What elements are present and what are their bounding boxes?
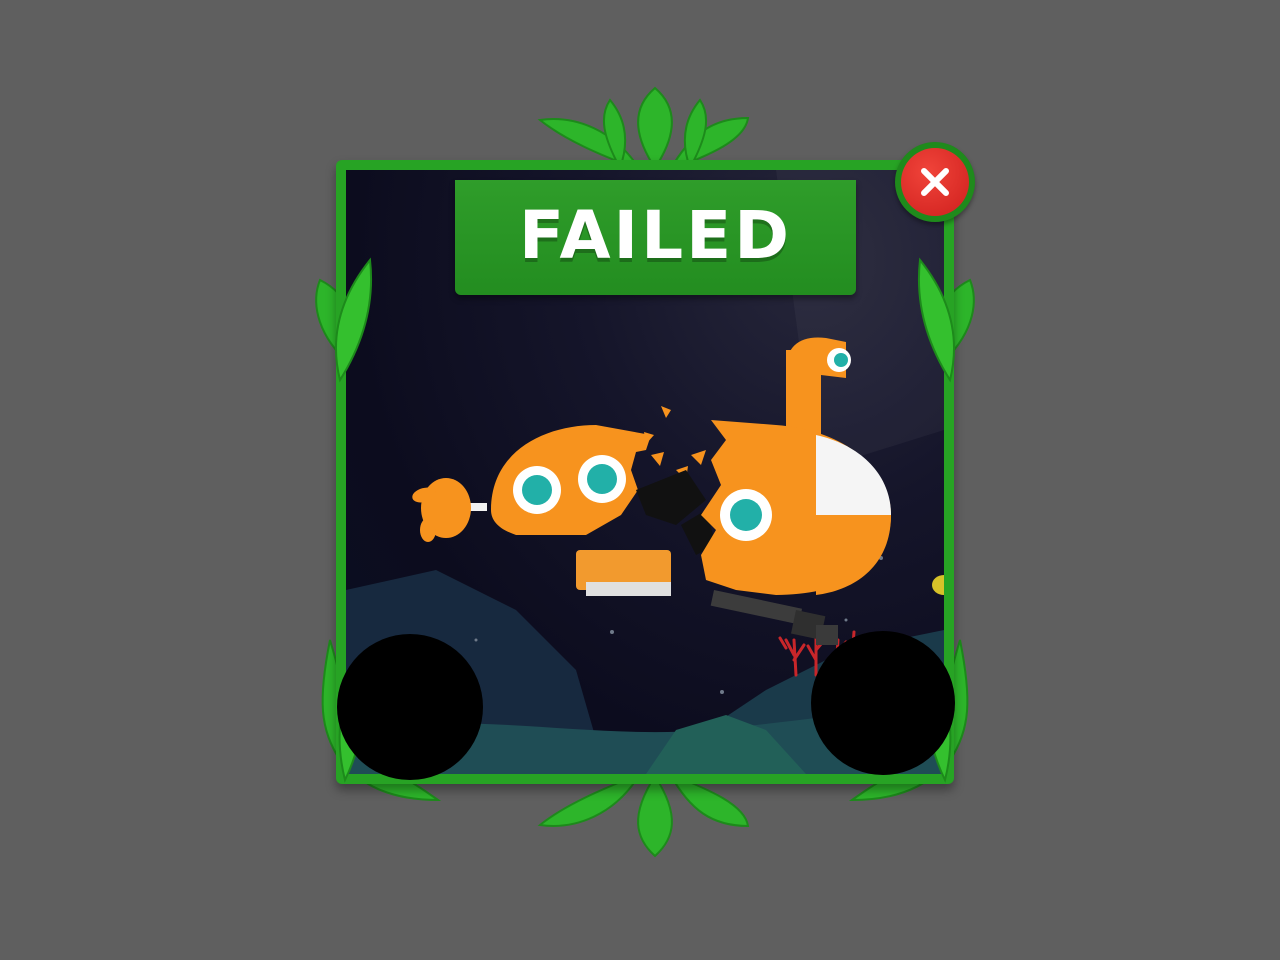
failed-dialog-screen: FAILED [0, 0, 1280, 960]
redaction-circle-left [337, 634, 483, 780]
redaction-marks [337, 631, 955, 780]
close-icon [921, 168, 949, 196]
redaction-circle-right [811, 631, 955, 775]
close-button-face [901, 148, 969, 216]
close-button[interactable] [895, 142, 975, 222]
